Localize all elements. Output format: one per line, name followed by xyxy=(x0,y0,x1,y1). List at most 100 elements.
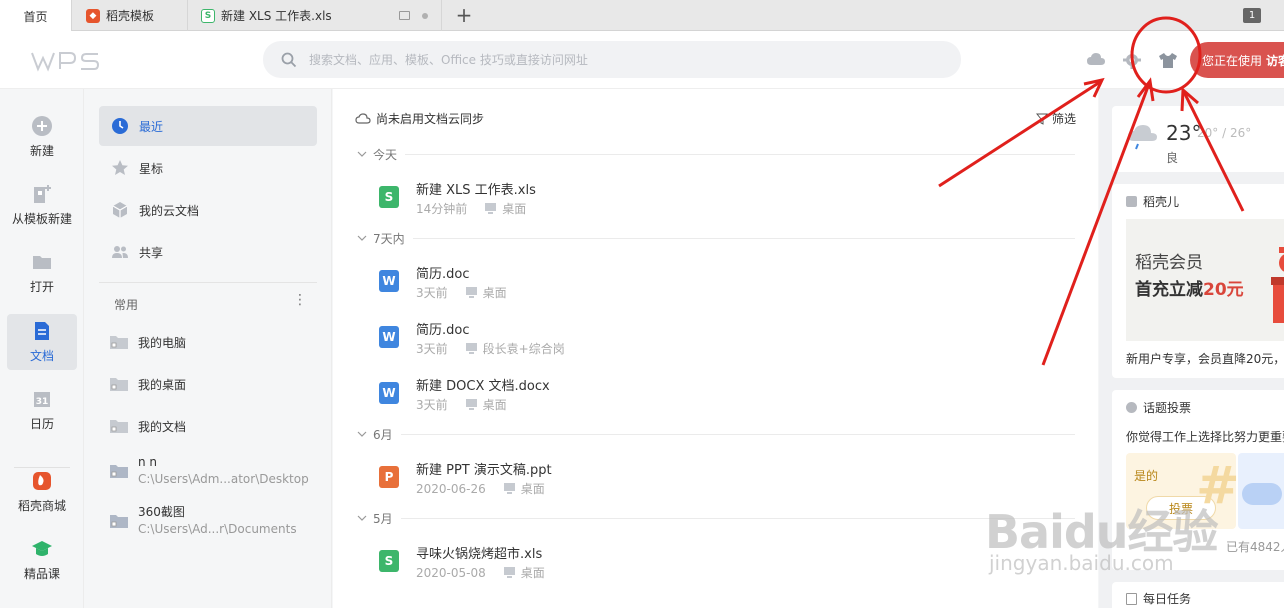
desktop-icon xyxy=(503,483,515,494)
filter-icon xyxy=(1036,113,1048,125)
vote-option-a-label: 是的 xyxy=(1134,469,1159,483)
weather-card[interactable]: 23° 20° / 26° 良 xyxy=(1112,106,1284,172)
tab-template[interactable]: ◆ 稻壳模板 xyxy=(72,0,188,31)
file-row[interactable]: S 新建 XLS 工作表.xls 14分钟前 桌面 xyxy=(377,179,1057,219)
group-label: 7天内 xyxy=(373,231,405,246)
location-item[interactable]: 360截图 C:\Users\Ad...r\Documents xyxy=(109,505,319,537)
location-name: n n xyxy=(138,455,158,469)
promo-caption: 新用户专享，会员直降20元， xyxy=(1126,352,1284,366)
cloud-upload-icon[interactable] xyxy=(1086,50,1106,70)
vote-option-b[interactable] xyxy=(1238,453,1284,529)
location-item[interactable]: 我的桌面 xyxy=(109,375,319,393)
xls-file-icon: S xyxy=(201,8,215,23)
group-header[interactable]: 6月 xyxy=(357,427,1075,442)
unsaved-dot-icon[interactable] xyxy=(422,13,428,19)
file-row[interactable]: W 简历.doc 3天前 桌面 xyxy=(377,263,1057,303)
window-count-badge[interactable]: 1 xyxy=(1243,8,1261,23)
file-time: 3天前 xyxy=(416,398,448,412)
nav-shared-label: 共享 xyxy=(139,245,164,260)
desktop-icon xyxy=(503,567,515,578)
cube-icon xyxy=(112,202,128,218)
daily-tasks-card[interactable]: 每日任务 xyxy=(1112,582,1284,608)
chevron-down-icon xyxy=(357,515,367,521)
new-tab-button[interactable]: + xyxy=(454,3,474,27)
rail-new[interactable]: 新建 xyxy=(7,109,77,165)
doc-file-icon: W xyxy=(379,270,399,292)
group-header[interactable]: 7天内 xyxy=(357,231,1075,246)
file-location: 桌面 xyxy=(520,566,545,580)
rail-courses[interactable]: 精品课 xyxy=(7,532,77,588)
rail-docs[interactable]: 文档 xyxy=(7,314,77,370)
file-meta: 3天前 桌面 xyxy=(416,284,507,301)
common-section-label: 常用 xyxy=(114,298,139,312)
tab-home[interactable]: 首页 xyxy=(0,0,72,32)
filter-label: 筛选 xyxy=(1052,112,1077,126)
daily-tasks-text: 每日任务 xyxy=(1143,592,1192,606)
file-name: 新建 XLS 工作表.xls xyxy=(416,183,536,198)
graduation-cap-icon xyxy=(32,541,52,556)
file-name: 新建 DOCX 文档.docx xyxy=(416,379,550,394)
nav-cloud-docs-label: 我的云文档 xyxy=(139,203,200,218)
xls-file-icon: S xyxy=(379,550,399,572)
monitor-icon[interactable] xyxy=(399,11,410,20)
file-meta: 2020-06-26 桌面 xyxy=(416,480,545,497)
rail-courses-label: 精品课 xyxy=(23,567,60,581)
filter-button[interactable]: 筛选 xyxy=(1036,110,1076,127)
file-row[interactable]: S 寻味火锅烧烤超市.xls 2020-05-08 桌面 xyxy=(377,543,1057,583)
docer-icon: ◆ xyxy=(86,8,100,23)
weather-range: 20° / 26° xyxy=(1197,126,1252,140)
promo-banner[interactable]: 稻壳会员 首充立减20元 xyxy=(1126,219,1284,341)
promo-card[interactable]: 稻壳儿 稻壳会员 首充立减20元 新用户专享，会员直降20元， xyxy=(1112,184,1284,378)
clipboard-icon xyxy=(1126,592,1137,605)
people-icon xyxy=(112,246,128,258)
rail-shop-label: 稻壳商城 xyxy=(17,499,66,513)
group-header[interactable]: 今天 xyxy=(357,147,1075,162)
group-header[interactable]: 5月 xyxy=(357,511,1075,526)
search-bar[interactable] xyxy=(263,41,961,78)
desktop-icon xyxy=(465,287,477,298)
more-vertical-icon[interactable]: ⋮ xyxy=(293,292,307,308)
file-row[interactable]: W 简历.doc 3天前 段长袁+综合岗 xyxy=(377,319,1057,359)
rail-open[interactable]: 打开 xyxy=(7,245,77,301)
vote-count: 已有4842人 xyxy=(1226,540,1284,554)
chevron-down-icon xyxy=(357,235,367,241)
rail-calendar[interactable]: 31 日历 xyxy=(7,382,77,438)
rail-from-template[interactable]: 从模板新建 xyxy=(7,177,77,233)
star-icon xyxy=(112,160,128,175)
file-row[interactable]: P 新建 PPT 演示文稿.ppt 2020-06-26 桌面 xyxy=(377,459,1057,499)
nav-shared[interactable]: 共享 xyxy=(99,232,317,272)
group-label: 6月 xyxy=(373,427,393,442)
nav-recent[interactable]: 最近 xyxy=(99,106,317,146)
tab-strip: 首页 ◆ 稻壳模板 S 新建 XLS 工作表.xls + 1 xyxy=(0,0,1284,32)
nav-cloud-docs[interactable]: 我的云文档 xyxy=(99,190,317,230)
rail-shop[interactable]: 稻壳商城 xyxy=(7,464,77,520)
promo-line2: 首充立减20元 xyxy=(1135,275,1244,300)
wps-logo[interactable] xyxy=(30,49,102,73)
file-time: 3天前 xyxy=(416,286,448,300)
visitor-pill-bold: 访客 xyxy=(1266,53,1284,68)
location-item[interactable]: 我的文档 xyxy=(109,417,319,435)
daily-tasks-title: 每日任务 xyxy=(1126,590,1191,607)
visitor-login-button[interactable]: 您正在使用访客 xyxy=(1190,42,1284,78)
visitor-pill-text: 您正在使用 xyxy=(1202,53,1263,68)
group-divider xyxy=(405,153,1075,155)
file-row[interactable]: W 新建 DOCX 文档.docx 3天前 桌面 xyxy=(377,375,1057,415)
search-input[interactable] xyxy=(309,52,909,67)
file-name: 简历.doc xyxy=(416,323,470,338)
nav-starred-label: 星标 xyxy=(139,161,164,176)
promo-title: 稻壳儿 xyxy=(1126,193,1179,210)
location-item[interactable]: 我的电脑 xyxy=(109,333,319,351)
computer-folder-icon xyxy=(110,336,128,349)
topic-vote-card[interactable]: 话题投票 你觉得工作上选择比努力更重要 是的 投票 # 已有4842人 xyxy=(1112,390,1284,570)
calendar-icon: 31 xyxy=(34,392,50,407)
docer-small-icon xyxy=(1126,196,1137,207)
document-icon xyxy=(35,322,49,340)
location-item[interactable]: n n C:\Users\Adm...ator\Desktop xyxy=(109,455,319,487)
desktop-icon xyxy=(465,343,477,354)
settings-icon[interactable] xyxy=(1122,50,1142,70)
nav-starred[interactable]: 星标 xyxy=(99,148,317,188)
gift-box-icon xyxy=(1271,247,1284,323)
cloud-sync-link[interactable]: 尚未启用文档云同步 xyxy=(355,110,484,127)
skin-shirt-icon[interactable] xyxy=(1158,50,1178,70)
topic-title-text: 话题投票 xyxy=(1143,401,1192,415)
